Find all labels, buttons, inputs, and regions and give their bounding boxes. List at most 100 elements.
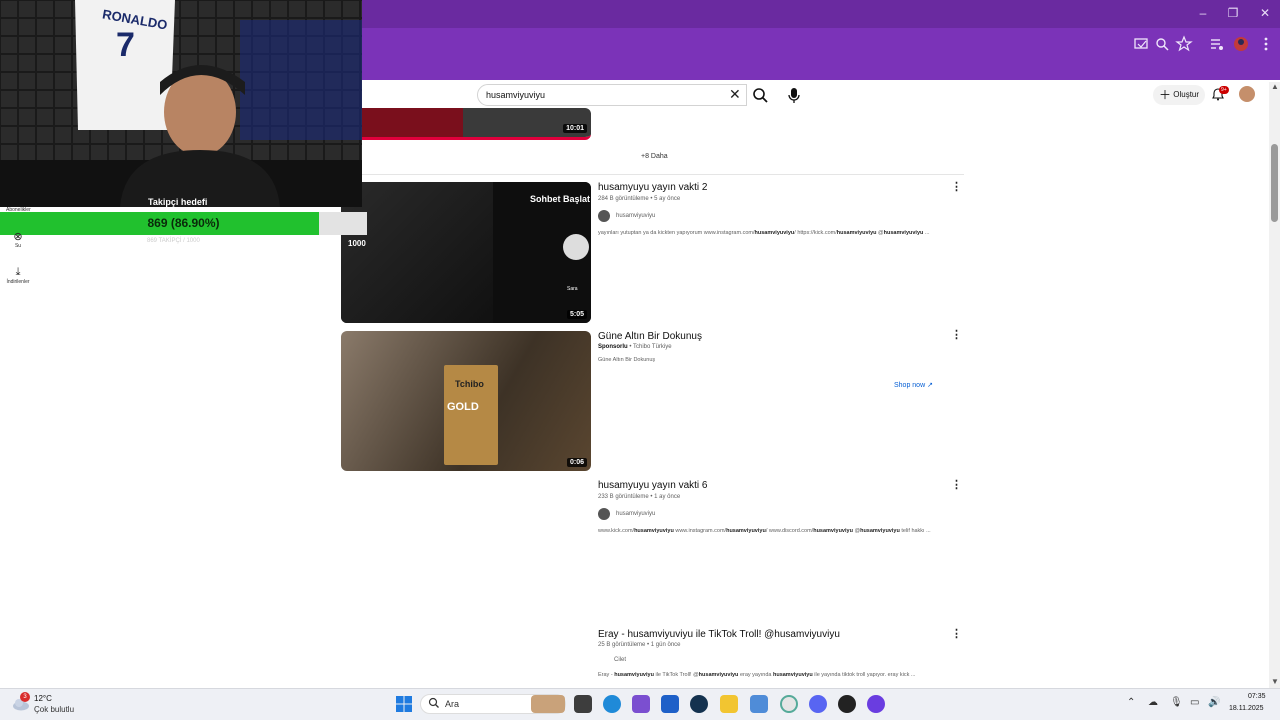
desc-text: www.kick.com/ [598, 528, 635, 534]
volume-icon[interactable]: 🔊 [1208, 697, 1220, 708]
sidebar-item-downloads[interactable]: ⤓ İndirilenler [6, 266, 30, 285]
microphone-icon[interactable]: 🎙 [1170, 697, 1183, 708]
channel-link[interactable]: husamviyuviyu [598, 210, 655, 222]
sidebar-item-label: İndirilenler [6, 279, 30, 285]
file-explorer-icon[interactable] [720, 695, 738, 713]
shop-now-label: Shop now [894, 382, 926, 389]
edge-icon[interactable] [603, 695, 621, 713]
chevron-up-icon[interactable]: ⌃ [1127, 697, 1135, 708]
sidebar-item-label: Su [14, 243, 22, 249]
video-thumbnail[interactable]: 10:01 [341, 108, 591, 140]
channel-link[interactable]: husamviyuviyu [598, 508, 655, 520]
steam-icon[interactable] [690, 695, 708, 713]
app-icon[interactable] [867, 695, 885, 713]
clear-search-icon[interactable]: ✕ [729, 86, 741, 103]
profile-icon[interactable] [1231, 34, 1251, 54]
clock-date[interactable]: 18.11.2025 [1229, 705, 1264, 712]
search-input[interactable]: husamviyuviyu [477, 84, 747, 106]
weather-description[interactable]: Çok bulutlu [34, 705, 74, 714]
shop-now-button[interactable]: Shop now ↗ [886, 378, 941, 394]
menu-icon[interactable] [1256, 34, 1276, 54]
sponsored-label: Sponsorlu [598, 344, 628, 350]
cast-icon[interactable] [1131, 34, 1151, 54]
desc-highlight: husamviyuviyu [836, 230, 877, 236]
task-view-icon[interactable] [574, 695, 592, 713]
video-title[interactable]: husamyuyu yayın vakti 6 [598, 480, 708, 491]
microphone-icon[interactable] [784, 84, 804, 106]
video-title[interactable]: Eray - husamviyuviyu ile TikTok Troll! @… [598, 629, 840, 640]
video-description: Eray - husamviyuviyu ile TikTok Troll! @… [598, 672, 915, 678]
follower-goal-bar: 869 (86.90%) [0, 212, 367, 235]
external-link-icon: ↗ [927, 382, 933, 389]
plus-icon: ＋ [1159, 88, 1172, 102]
desc-text: yayınları yutuptan ya da kickten yapıyor… [598, 230, 755, 236]
maximize-button[interactable]: ❐ [1218, 6, 1248, 20]
goal-label: Takipçi hedefi [148, 197, 208, 207]
weather-temperature[interactable]: 12°C [34, 694, 52, 703]
create-button[interactable]: ＋ Oluştur [1153, 85, 1206, 105]
close-window-button[interactable]: ✕ [1250, 6, 1280, 20]
windows-start-icon[interactable] [396, 696, 412, 712]
widgets-icon[interactable] [531, 695, 565, 713]
clock-time[interactable]: 07:35 [1248, 693, 1266, 700]
channel-name[interactable]: Cilet [614, 657, 626, 663]
scrollbar-thumb[interactable] [1271, 144, 1278, 222]
desc-text: ... [923, 230, 930, 236]
desc-text: / https://kick.com/ [794, 230, 837, 236]
thumbnail-count: 1000 [348, 239, 366, 248]
display-icon[interactable]: ▭ [1190, 697, 1199, 708]
desc-highlight: husamviyuviyu [634, 528, 674, 534]
chrome-icon[interactable] [780, 695, 798, 713]
desc-text: Eray - [598, 672, 615, 678]
zoom-icon[interactable] [1152, 34, 1172, 54]
scroll-up-icon[interactable]: ▲ [1271, 82, 1279, 91]
app-icon[interactable] [632, 695, 650, 713]
video-duration: 5:05 [566, 310, 587, 319]
scroll-down-icon[interactable]: ▼ [1271, 677, 1279, 686]
account-avatar[interactable] [1239, 86, 1255, 102]
channel-avatar [598, 210, 610, 222]
store-icon[interactable] [661, 695, 679, 713]
weather-badge: 3 [20, 692, 30, 702]
minimize-button[interactable]: – [1188, 6, 1218, 20]
close-circle-icon: ⊗ [13, 231, 23, 243]
avatar-placeholder [563, 234, 589, 260]
more-options-icon[interactable]: ⋮ [951, 328, 962, 341]
sidebar-item-su[interactable]: ⊗ Su [6, 230, 30, 249]
desc-highlight: husamviyuviyu [726, 528, 766, 534]
follower-goal-text: 869 (86.90%) [147, 216, 220, 230]
search-icon [428, 697, 439, 708]
video-thumbnail[interactable]: Sohbet Başlat 1000 Sara 5:05 [341, 182, 591, 323]
video-meta: 25 B görüntüleme • 1 gün önce [598, 642, 681, 648]
search-icon[interactable] [748, 84, 772, 106]
thumbnail-panel [341, 182, 493, 323]
settings-icon[interactable] [750, 695, 768, 713]
desc-highlight: husamviyuviyu [813, 528, 853, 534]
desc-text: ile yayında tiktok troll yapıyor. eray k… [812, 672, 916, 678]
obs-icon[interactable] [838, 695, 856, 713]
create-label: Oluştur [1173, 90, 1200, 100]
ad-title[interactable]: Güne Altın Bir Dokunuş [598, 331, 702, 342]
discord-icon[interactable] [809, 695, 827, 713]
video-duration: 10:01 [563, 124, 587, 133]
advertiser-name: Tchibo Türkiye [633, 344, 672, 350]
follower-goal-subtext: 869 TAKİPÇİ / 1000 [147, 238, 200, 244]
desc-text: eray yayında [738, 672, 773, 678]
cloud-icon[interactable]: ☁ [1148, 697, 1158, 708]
video-title[interactable]: husamyuyu yayın vakti 2 [598, 182, 708, 193]
desc-highlight: husamviyuviyu [772, 672, 813, 678]
thumbnail-text: Sohbet Başlat [530, 194, 591, 204]
ad-meta: Sponsorlu • Tchibo Türkiye [598, 344, 672, 350]
channel-name: husamviyuviyu [616, 213, 656, 219]
ad-thumbnail[interactable]: Tchibo GOLD 0:06 [341, 331, 591, 471]
more-options-icon[interactable]: ⋮ [951, 180, 962, 193]
desc-highlight: husamviyuviyu [754, 230, 795, 236]
media-icon[interactable] [1207, 34, 1227, 54]
more-options-icon[interactable]: ⋮ [951, 478, 962, 491]
video-description: www.kick.com/husamviyuviyu www.instagram… [598, 528, 931, 534]
package-brand: Tchibo [455, 379, 484, 389]
more-options-icon[interactable]: ⋮ [951, 627, 962, 640]
more-results-link[interactable]: +8 Daha [641, 153, 668, 160]
desc-text: @ [876, 230, 884, 236]
star-icon[interactable] [1174, 34, 1194, 54]
